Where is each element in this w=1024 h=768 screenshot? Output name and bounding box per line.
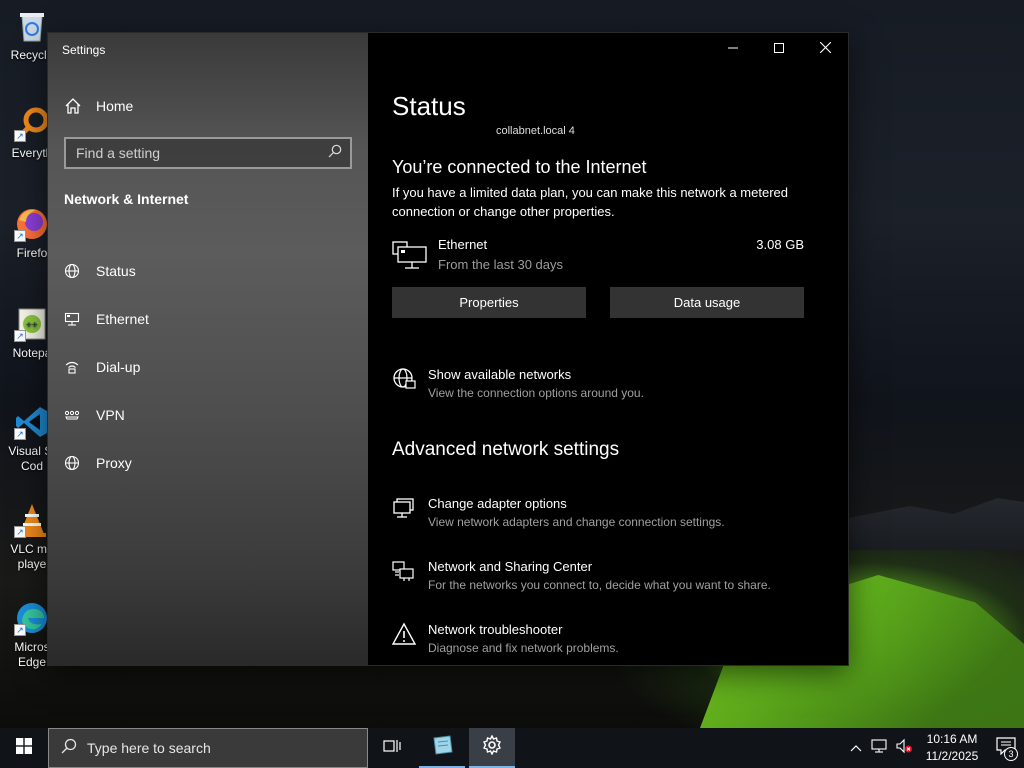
link-subtitle: View network adapters and change connect… [428, 515, 725, 529]
change-adapter-options-link[interactable]: Change adapter options View network adap… [392, 496, 832, 536]
recycle-bin-icon [14, 8, 50, 44]
settings-window: Settings Home Network & Internet Status [48, 33, 848, 665]
vscode-icon: ↗ [14, 404, 50, 440]
notepad-app-icon [430, 734, 454, 761]
dialup-icon [64, 359, 80, 375]
volume-tray-button[interactable] [892, 728, 916, 768]
nav-item-ethernet[interactable]: Ethernet [64, 295, 352, 343]
nav-item-status[interactable]: Status [64, 247, 352, 295]
search-icon [61, 738, 77, 759]
link-subtitle: View the connection options around you. [428, 386, 644, 400]
everything-search-icon: ↗ [14, 106, 50, 142]
network-globe-icon [392, 367, 416, 391]
shortcut-arrow-icon: ↗ [14, 428, 26, 440]
shortcut-arrow-icon: ↗ [14, 526, 26, 538]
settings-nav-pane: Settings Home Network & Internet Status [48, 33, 368, 665]
nav-item-label: VPN [96, 407, 125, 423]
connection-heading: You’re connected to the Internet [392, 157, 647, 177]
link-title: Network and Sharing Center [428, 559, 593, 574]
ethernet-usage-row: Ethernet From the last 30 days 3.08 GB [392, 237, 804, 277]
ethernet-name: Ethernet [438, 237, 488, 252]
shortcut-arrow-icon: ↗ [14, 130, 26, 142]
taskbar: Type here to search 10:16 AM 11/2/2025 3 [0, 728, 1024, 768]
globe-icon [64, 455, 80, 471]
taskbar-app-notes[interactable] [419, 728, 465, 768]
ethernet-data-usage: 3.08 GB [756, 237, 804, 252]
clock-time: 10:16 AM [926, 732, 978, 746]
svg-text:++: ++ [26, 320, 38, 331]
ethernet-icon [64, 311, 80, 327]
ethernet-pc-icon [392, 241, 428, 271]
firefox-icon: ↗ [14, 206, 50, 242]
network-name: collabnet.local 4 [496, 125, 575, 137]
nav-item-label: Proxy [96, 455, 132, 471]
chevron-up-icon [850, 739, 862, 757]
vpn-icon [64, 407, 80, 423]
shortcut-arrow-icon: ↗ [14, 624, 26, 636]
windows-logo-icon [16, 737, 32, 759]
shortcut-arrow-icon: ↗ [14, 330, 26, 342]
home-icon [64, 97, 82, 115]
wallpaper-mountain [848, 498, 1024, 550]
clock-date: 11/2/2025 [925, 749, 979, 763]
link-title: Change adapter options [428, 496, 567, 511]
adapter-icon [392, 496, 416, 520]
nav-item-label: Status [96, 263, 136, 279]
nav-item-proxy[interactable]: Proxy [64, 439, 352, 487]
nav-section-title: Network & Internet [64, 191, 189, 207]
connection-description: If you have a limited data plan, you can… [392, 185, 788, 219]
nav-list: Status Ethernet Dial-up VPN Proxy [64, 247, 352, 487]
vlc-icon: ↗ [14, 502, 50, 538]
action-center-button[interactable]: 3 [988, 728, 1024, 768]
taskbar-clock[interactable]: 10:16 AM 11/2/2025 [916, 731, 988, 765]
volume-muted-icon [895, 738, 913, 759]
settings-content: Status collabnet.local 4 You’re connecte… [391, 33, 848, 665]
link-title: Network troubleshooter [428, 622, 563, 637]
nav-item-label: Dial-up [96, 359, 141, 375]
link-subtitle: Diagnose and fix network problems. [428, 641, 619, 655]
link-title: Show available networks [428, 367, 572, 382]
data-usage-button[interactable]: Data usage [610, 287, 804, 318]
notepad-plus-plus-icon: ++ ↗ [14, 306, 50, 342]
task-view-icon [383, 738, 401, 759]
page-title: Status [392, 91, 466, 121]
gear-icon [482, 733, 502, 760]
shortcut-arrow-icon: ↗ [14, 230, 26, 242]
nav-item-vpn[interactable]: VPN [64, 391, 352, 439]
nav-item-label: Ethernet [96, 311, 149, 327]
nav-home-label: Home [96, 98, 134, 114]
nav-item-dialup[interactable]: Dial-up [64, 343, 352, 391]
network-troubleshooter-link[interactable]: Network troubleshooter Diagnose and fix … [391, 622, 832, 662]
network-sharing-center-link[interactable]: Network and Sharing Center For the netwo… [392, 559, 832, 599]
edge-icon: ↗ [14, 600, 50, 636]
task-view-button[interactable] [369, 728, 415, 768]
taskbar-app-settings[interactable] [469, 728, 515, 768]
find-setting-box[interactable] [64, 137, 352, 169]
search-icon [328, 144, 342, 163]
ethernet-period: From the last 30 days [438, 257, 563, 272]
properties-button[interactable]: Properties [392, 287, 586, 318]
taskbar-search-placeholder: Type here to search [87, 740, 211, 756]
show-available-networks-link[interactable]: Show available networks View the connect… [392, 367, 832, 407]
notification-badge: 3 [1004, 747, 1018, 761]
show-hidden-icons-button[interactable] [844, 728, 868, 768]
link-subtitle: For the networks you connect to, decide … [428, 578, 771, 592]
globe-icon [64, 263, 80, 279]
nav-home[interactable]: Home [64, 95, 133, 117]
taskbar-search-box[interactable]: Type here to search [48, 728, 368, 768]
network-tray-icon [871, 738, 889, 759]
start-button[interactable] [0, 728, 48, 768]
find-setting-input[interactable] [76, 145, 316, 161]
sharing-center-icon [392, 559, 416, 583]
system-tray: 10:16 AM 11/2/2025 3 [844, 728, 1024, 768]
network-tray-button[interactable] [868, 728, 892, 768]
window-title: Settings [62, 43, 106, 57]
advanced-settings-heading: Advanced network settings [392, 439, 620, 460]
warning-icon [391, 622, 417, 646]
